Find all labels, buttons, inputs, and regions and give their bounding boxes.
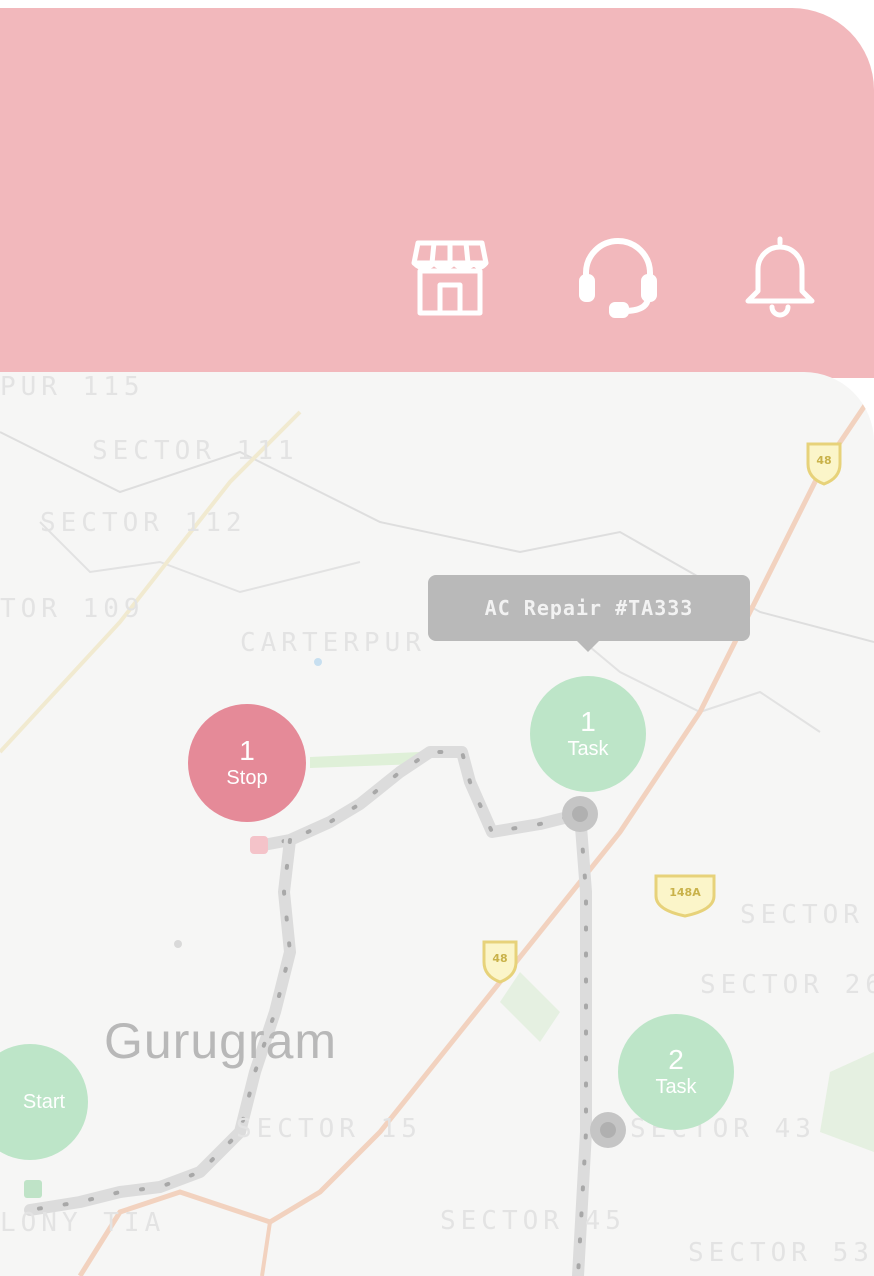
sector-label: PUR 115 [0, 372, 145, 402]
tooltip-arrow [576, 640, 600, 652]
marker-count: 1 [580, 706, 596, 737]
headset-icon[interactable] [578, 233, 658, 319]
marker-label: Task [567, 738, 609, 760]
highway-shield: 48 [804, 440, 844, 486]
task-marker[interactable]: 1 Task [530, 676, 646, 792]
sector-label: LONY TIA [0, 1208, 166, 1238]
bell-icon[interactable] [740, 233, 820, 319]
sector-label: SECTOR 111 [92, 436, 299, 466]
top-header [0, 8, 874, 378]
sector-label: SECTOR 53 [688, 1238, 874, 1268]
sector-label: SECTOR 112 [40, 508, 247, 538]
marker-label: Stop [226, 767, 268, 789]
city-label: Gurugram [104, 1013, 338, 1069]
map-view[interactable]: PUR 115 SECTOR 111 SECTOR 112 TOR 109 CA… [0, 372, 874, 1276]
app-screen: PUR 115 SECTOR 111 SECTOR 112 TOR 109 CA… [0, 0, 874, 1276]
marker-count: 1 [239, 735, 255, 766]
task-marker[interactable]: 2 Task [618, 1014, 734, 1130]
sector-label: TOR 109 [0, 594, 145, 624]
highway-shield: 148A [652, 872, 718, 918]
task-tooltip[interactable]: AC Repair #TA333 [428, 575, 750, 641]
marker-count: 2 [668, 1044, 684, 1075]
marker-label: Task [655, 1076, 697, 1098]
sector-label: SECTOR 26 [700, 970, 874, 1000]
store-icon[interactable] [410, 233, 490, 319]
sector-label: SECTOR 2 [740, 900, 874, 930]
stop-marker[interactable]: 1 Stop [188, 704, 306, 822]
sector-label: CARTERPUR [240, 628, 426, 658]
marker-label: Start [22, 1091, 66, 1113]
sector-label: SECTOR 15 [236, 1114, 422, 1144]
highway-shield: 48 [480, 938, 520, 984]
sector-label: SECTOR 45 [440, 1206, 626, 1236]
